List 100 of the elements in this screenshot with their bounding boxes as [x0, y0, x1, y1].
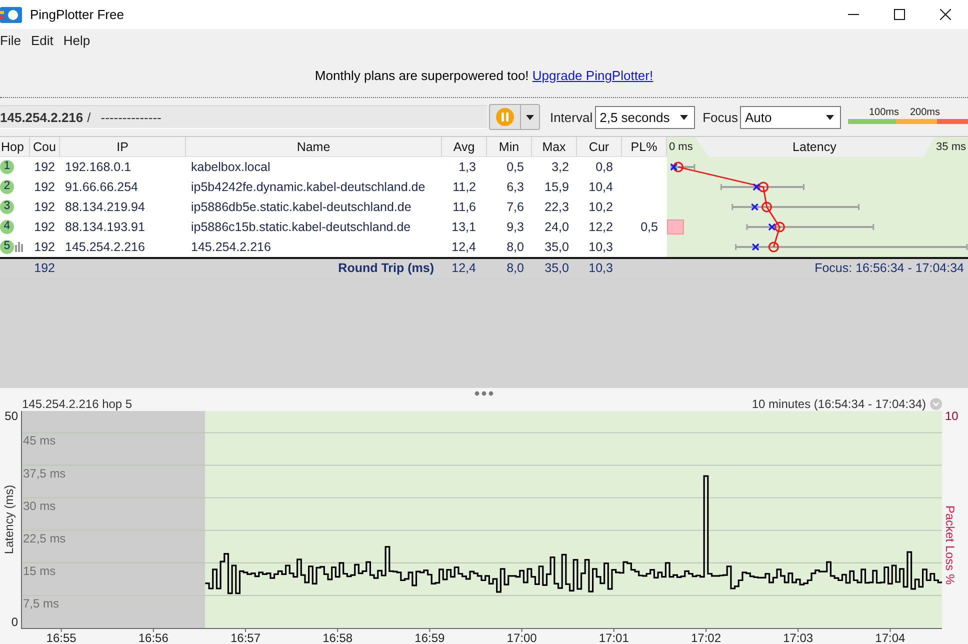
- table-cell: 12,4: [452, 240, 476, 254]
- interval-label: Interval: [550, 110, 593, 124]
- y-tick-label: 7,5 ms: [23, 596, 60, 610]
- table-cell: 9,3: [506, 220, 524, 234]
- packet-loss-max-label: 10: [945, 410, 958, 423]
- promo-message: Monthly plans are superpowered too! Upgrade PingPlotter!: [314, 68, 654, 83]
- x-tick-label: 17:03: [783, 631, 814, 644]
- graph-title: 145.254.2.216 hop 5: [22, 397, 132, 411]
- table-cell: 192.168.0.1: [65, 160, 132, 174]
- column-header[interactable]: Avg: [442, 137, 487, 157]
- table-cell: 3,2: [552, 160, 569, 174]
- menu-item[interactable]: File: [0, 31, 21, 50]
- table-cell: 88.134.219.94: [65, 200, 145, 214]
- hop-badge: 4: [0, 220, 14, 234]
- column-header[interactable]: IP: [60, 137, 186, 157]
- caret-icon: [680, 114, 688, 120]
- table-cell: 12,2: [588, 220, 613, 234]
- menu-item[interactable]: Edit: [30, 31, 54, 50]
- maximize-icon: [894, 9, 904, 20]
- y-tick-label: 30 ms: [23, 498, 56, 513]
- close-icon: [940, 9, 950, 20]
- y-tick-label: 45 ms: [23, 434, 56, 448]
- axis-label: 0 ms: [669, 141, 693, 153]
- column-header[interactable]: Cou: [30, 137, 60, 157]
- table-cell: 24,0: [544, 220, 569, 234]
- y-axis-max-label: 50: [4, 410, 18, 423]
- table-cell: 91.66.66.254: [65, 180, 138, 194]
- current-marker: [752, 243, 760, 251]
- x-tick-label: 17:01: [598, 631, 629, 644]
- current-marker: [750, 203, 759, 211]
- focus-label: Focus: [702, 110, 738, 124]
- table-cell: 8,0: [506, 240, 524, 254]
- table-cell: 1,3: [458, 160, 476, 174]
- footer-label: Round Trip (ms): [338, 261, 434, 275]
- table-cell: 10,4: [588, 180, 613, 194]
- range-bar: [670, 164, 696, 170]
- caret-icon: [826, 114, 834, 120]
- threshold-label: 200ms: [910, 107, 940, 118]
- table-cell: 192: [34, 220, 55, 234]
- hop-badge: 3: [0, 200, 14, 214]
- caret-icon: [526, 114, 534, 120]
- x-tick-label: 17:00: [506, 631, 537, 644]
- x-tick-label: 16:55: [46, 631, 76, 644]
- y-tick-label: 15 ms: [23, 564, 56, 578]
- target-field[interactable]: 145.254.2.216 / --------------: [0, 105, 487, 129]
- column-header[interactable]: Cur: [577, 137, 622, 157]
- table-cell: 0,5: [640, 220, 658, 234]
- x-tick-label: 17:04: [875, 631, 906, 644]
- menu-item[interactable]: Help: [63, 31, 90, 50]
- table-cell: 11,2: [452, 180, 476, 194]
- table-cell: 10,3: [588, 240, 613, 254]
- y-axis-min-label: 0: [11, 615, 18, 629]
- hop-badge: 5: [0, 240, 14, 254]
- table-cell: kabelbox.local: [191, 160, 270, 174]
- table-cell: 192: [34, 180, 55, 194]
- table-cell: 22,3: [544, 200, 569, 214]
- footer-cell: 12,4: [452, 261, 476, 275]
- x-tick-label: 16:57: [230, 631, 260, 644]
- table-cell: 145.254.2.216: [191, 240, 271, 254]
- current-marker: [670, 163, 678, 171]
- table-cell: 10,2: [588, 200, 613, 214]
- average-marker: [672, 162, 684, 172]
- time-range-text: 10 minutes (16:54:34 - 17:04:34): [752, 397, 926, 411]
- table-cell: 88.134.193.91: [65, 220, 145, 234]
- x-tick-label: 16:56: [138, 631, 168, 644]
- footer-cell: 35,0: [544, 261, 569, 275]
- table-cell: 11,6: [452, 200, 476, 214]
- average-marker: [758, 182, 769, 192]
- y-tick-label: 37,5 ms: [23, 466, 66, 480]
- average-marker: [768, 242, 779, 252]
- packet-loss-bar: [667, 220, 684, 234]
- column-header[interactable]: Hop: [0, 137, 30, 157]
- x-tick-label: 16:59: [414, 631, 445, 644]
- focus-select[interactable]: Auto: [740, 106, 842, 128]
- dropdown-button[interactable]: [520, 104, 540, 130]
- splitter-grip-icon[interactable]: [474, 390, 494, 396]
- window-title: PingPlotter Free: [30, 7, 124, 22]
- current-marker: [752, 183, 760, 191]
- table-cell: 192: [34, 160, 55, 174]
- column-header[interactable]: Latency: [694, 137, 934, 157]
- average-marker: [774, 222, 785, 232]
- column-header[interactable]: Name: [186, 137, 442, 157]
- column-header[interactable]: Max: [532, 137, 577, 157]
- table-cell: ip5886c15b.static.kabel-deutschland.de: [191, 220, 411, 234]
- y-axis-title: Latency (ms): [2, 484, 16, 554]
- table-cell: 13,1: [452, 220, 476, 234]
- column-header[interactable]: PL%: [622, 137, 667, 157]
- table-cell: 7,6: [506, 200, 524, 214]
- upgrade-link[interactable]: Upgrade PingPlotter!: [532, 68, 654, 83]
- table-cell: 35,0: [544, 240, 569, 254]
- table-cell: 0,5: [506, 160, 524, 174]
- column-header[interactable]: Min: [487, 137, 532, 157]
- footer-cell: 8,0: [506, 261, 524, 275]
- table-cell: ip5b4242fe.dynamic.kabel-deutschland.de: [191, 180, 426, 194]
- average-marker: [762, 202, 772, 212]
- table-cell: 0,8: [596, 160, 613, 174]
- current-marker: [768, 223, 776, 231]
- interval-select[interactable]: 2,5 seconds: [594, 106, 695, 128]
- hop-badge: 1: [0, 160, 14, 174]
- table-cell: 192: [34, 200, 55, 214]
